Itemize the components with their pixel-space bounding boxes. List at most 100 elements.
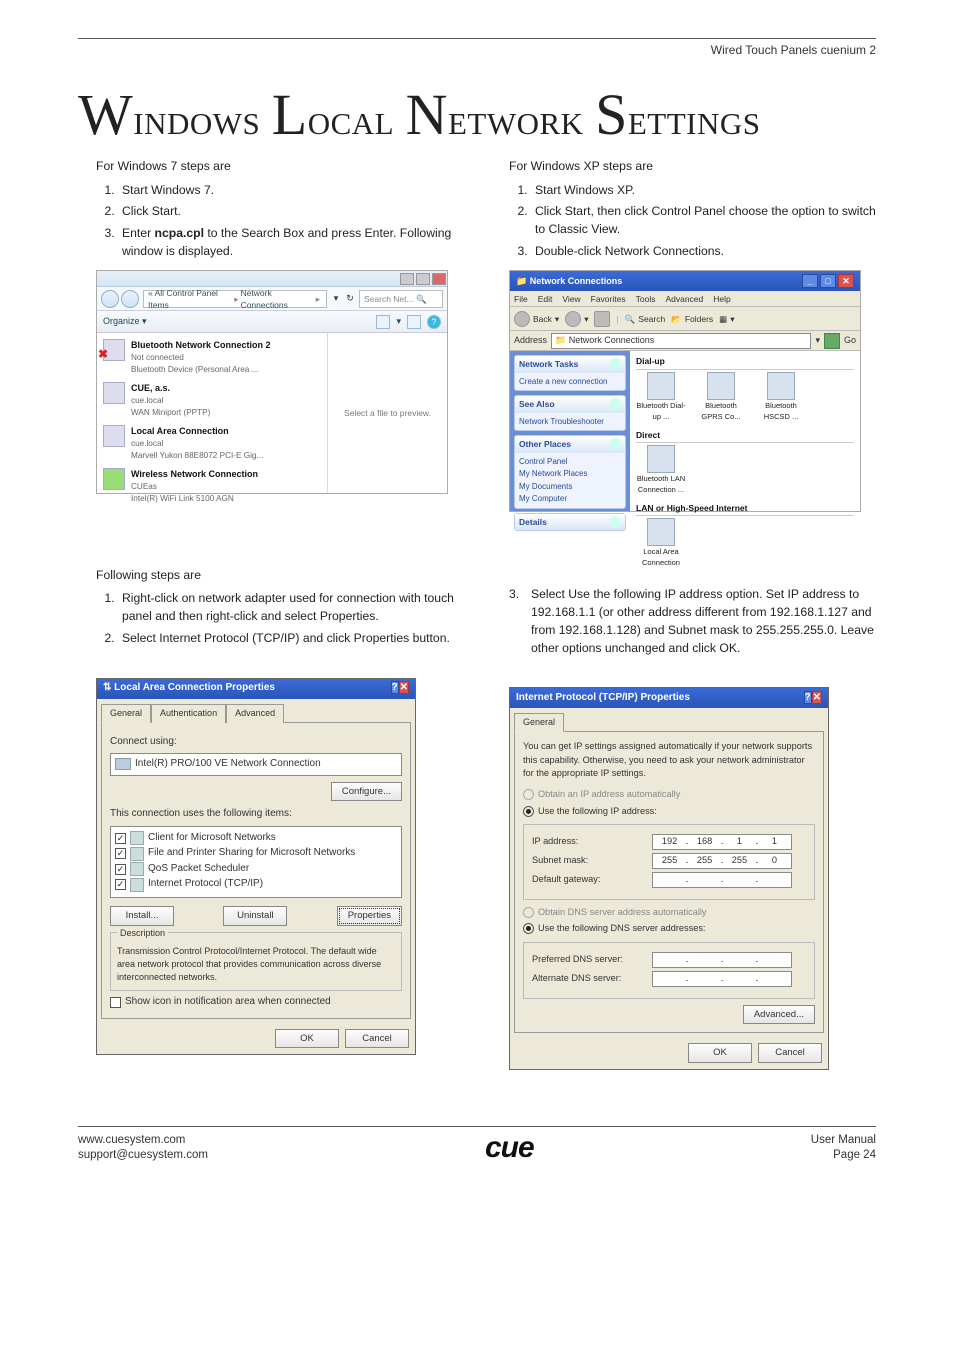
adapter-name: Local Area Connection (131, 425, 263, 438)
ok-button[interactable]: OK (275, 1029, 339, 1049)
install-button[interactable]: Install... (110, 906, 174, 926)
sidebar-item-network-places[interactable]: My Network Places (519, 468, 621, 480)
configure-button[interactable]: Configure... (331, 782, 402, 802)
menu-advanced[interactable]: Advanced (665, 293, 703, 305)
up-icon[interactable] (594, 311, 610, 327)
connection-icon[interactable]: Bluetooth LAN Connection ... (636, 445, 686, 496)
address-input[interactable]: 📁 Network Connections (551, 333, 811, 349)
forward-icon[interactable] (565, 311, 581, 327)
ip-input[interactable]: 192. 168. 1. 1 (652, 834, 792, 850)
chevron-up-icon[interactable] (609, 438, 621, 450)
view-icon[interactable] (376, 315, 390, 329)
ip-octet[interactable]: 255 (726, 854, 752, 867)
organize-menu[interactable]: Organize ▾ (103, 315, 147, 328)
list-item[interactable]: Client for Microsoft Networks (148, 831, 276, 846)
description-text: Transmission Control Protocol/Internet P… (117, 945, 395, 984)
preview-pane: Select a file to preview. (327, 333, 447, 493)
maximize-icon[interactable]: □ (820, 274, 836, 288)
ip-octet[interactable]: 255 (657, 854, 683, 867)
checkbox[interactable]: ✓ (115, 879, 126, 890)
back-icon[interactable] (514, 311, 530, 327)
back-icon[interactable] (101, 290, 119, 308)
chevron-down-icon[interactable] (609, 516, 621, 528)
help-icon[interactable]: ? (427, 315, 441, 329)
gateway-input[interactable]: . . . (652, 872, 792, 888)
close-icon[interactable]: ✕ (812, 691, 822, 704)
following-step-1: Right-click on network adapter used for … (118, 590, 463, 625)
subnet-input[interactable]: 255. 255. 255. 0 (652, 853, 792, 869)
uninstall-button[interactable]: Uninstall (223, 906, 287, 926)
list-item[interactable]: QoS Packet Scheduler (148, 862, 249, 877)
network-adapter-item[interactable]: Local Area Connection cue.local Marvell … (103, 425, 321, 462)
properties-button[interactable]: Properties (337, 906, 402, 926)
xp-step-3: Double-click Network Connections. (531, 243, 876, 261)
search-icon[interactable]: 🔍 (625, 313, 636, 325)
go-icon[interactable] (824, 333, 840, 349)
network-adapter-item[interactable]: Wireless Network Connection CUEas Intel(… (103, 468, 321, 505)
menu-tools[interactable]: Tools (636, 293, 656, 305)
pref-dns-input[interactable]: ... (652, 952, 792, 968)
connection-icon[interactable]: Bluetooth Dial-up ... (636, 372, 686, 423)
ip-octet[interactable]: 192 (657, 835, 683, 848)
search-input[interactable]: Search Net... 🔍 (359, 290, 443, 308)
radio-obtain-auto[interactable] (523, 789, 534, 800)
help-icon[interactable]: ? (804, 691, 812, 704)
breadcrumb[interactable]: « All Control Panel Items ▸ Network Conn… (143, 290, 327, 308)
close-icon[interactable]: ✕ (399, 681, 409, 694)
close-icon[interactable] (432, 273, 446, 285)
chevron-up-icon[interactable] (609, 358, 621, 370)
sidebar-item-computer[interactable]: My Computer (519, 493, 621, 505)
folders-icon[interactable]: 📂 (671, 313, 682, 325)
maximize-icon[interactable] (416, 273, 430, 285)
list-item[interactable]: Internet Protocol (TCP/IP) (148, 877, 263, 892)
network-adapter-item[interactable]: Bluetooth Network Connection 2 Not conne… (103, 339, 321, 376)
sidebar-item-troubleshooter[interactable]: Network Troubleshooter (519, 416, 621, 428)
checkbox[interactable]: ✓ (115, 864, 126, 875)
xp-menubar[interactable]: File Edit View Favorites Tools Advanced … (510, 291, 860, 307)
sidebar-item-control-panel[interactable]: Control Panel (519, 456, 621, 468)
menu-view[interactable]: View (562, 293, 580, 305)
tab-advanced[interactable]: Advanced (226, 704, 284, 723)
forward-icon[interactable] (121, 290, 139, 308)
alt-dns-input[interactable]: ... (652, 971, 792, 987)
tab-general[interactable]: General (514, 713, 564, 732)
ip-octet[interactable]: 168 (692, 835, 718, 848)
preview-pane-icon[interactable] (407, 315, 421, 329)
menu-file[interactable]: File (514, 293, 528, 305)
protocol-icon (130, 878, 144, 892)
chevron-up-icon[interactable] (609, 398, 621, 410)
views-icon[interactable]: ▦ (719, 313, 727, 325)
close-icon[interactable]: ✕ (838, 274, 854, 288)
cancel-button[interactable]: Cancel (345, 1029, 409, 1049)
list-item[interactable]: File and Printer Sharing for Microsoft N… (148, 846, 355, 861)
menu-help[interactable]: Help (713, 293, 730, 305)
back-label: Back (533, 313, 552, 325)
checkbox[interactable]: ✓ (115, 833, 126, 844)
components-listbox[interactable]: ✓ Client for Microsoft Networks ✓ File and… (110, 826, 402, 898)
tab-general[interactable]: General (101, 704, 151, 723)
menu-favorites[interactable]: Favorites (591, 293, 626, 305)
show-icon-checkbox[interactable] (110, 997, 121, 1008)
ip-octet[interactable]: 1 (726, 835, 752, 848)
ip-octet[interactable]: 0 (761, 854, 787, 867)
cancel-button[interactable]: Cancel (758, 1043, 822, 1063)
radio-use-following[interactable] (523, 806, 534, 817)
ip-octet[interactable]: 255 (692, 854, 718, 867)
connection-icon[interactable]: Bluetooth GPRS Co... (696, 372, 746, 423)
ok-button[interactable]: OK (688, 1043, 752, 1063)
advanced-button[interactable]: Advanced... (743, 1005, 815, 1025)
network-adapter-item[interactable]: CUE, a.s. cue.local WAN Miniport (PPTP) (103, 382, 321, 419)
sidebar-item-create-connection[interactable]: Create a new connection (519, 376, 621, 388)
connection-icon[interactable]: Local Area Connection (636, 518, 686, 569)
connection-icon[interactable]: Bluetooth HSCSD ... (756, 372, 806, 423)
minimize-icon[interactable] (400, 273, 414, 285)
tab-authentication[interactable]: Authentication (151, 704, 226, 723)
sidebar-item-documents[interactable]: My Documents (519, 481, 621, 493)
radio-dns-use[interactable] (523, 923, 534, 934)
menu-edit[interactable]: Edit (538, 293, 553, 305)
xp-explorer-screenshot: 📁 Network Connections _ □ ✕ File Edit Vi… (509, 270, 861, 512)
ip-octet[interactable]: 1 (761, 835, 787, 848)
checkbox[interactable]: ✓ (115, 848, 126, 859)
minimize-icon[interactable]: _ (802, 274, 818, 288)
help-icon[interactable]: ? (391, 681, 399, 694)
